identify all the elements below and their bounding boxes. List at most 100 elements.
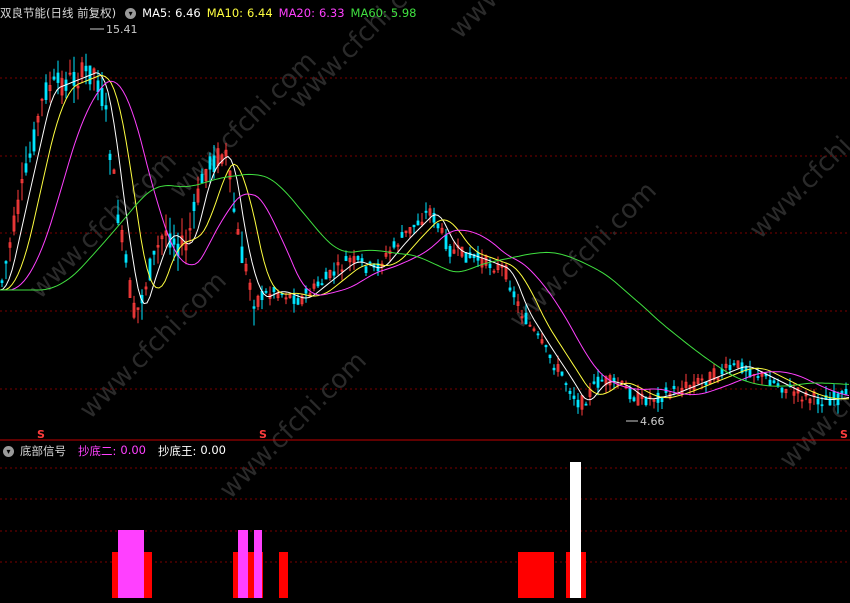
candle-body [4,261,8,264]
ma5-readout: MA5: 6.46 [142,6,201,20]
candle-body [232,208,236,212]
candle-body [596,376,600,388]
candle-body [584,403,588,406]
candle-body [568,390,572,394]
candle-body [660,397,664,403]
watermark-text: www.cfchi.com [74,266,233,425]
signal-s-marker: S [37,428,45,441]
signal-s-marker: S [259,428,267,441]
watermark-text: www.cfchi.com [214,346,373,505]
candle-body [392,241,396,248]
bottom-signal-bar [518,552,554,598]
candle-body [96,80,100,93]
watermark-text: www.cfchi.com [504,176,663,335]
settings-icon[interactable]: ▾ [3,445,14,457]
candle-body [816,398,820,405]
candle-body [296,298,300,305]
candle-body [152,250,156,255]
candle-body [756,376,760,378]
bottom-signal-bar [279,552,288,598]
candle-body [332,271,336,276]
candle-body [632,397,636,402]
candle-body [28,153,32,158]
candle-body [780,387,784,393]
candle-body [24,163,28,173]
candle-body [252,306,256,309]
candle-body [820,404,824,407]
candle-body [768,379,772,387]
candle-body [424,210,428,213]
signal-two-readout: 抄底二: 0.00 [78,443,146,458]
ma20-line [0,80,850,397]
candle-body [416,220,420,226]
candle-body [192,201,196,211]
ma20-readout: MA20: 6.33 [278,6,345,20]
candle-body [344,256,348,261]
candle-body [264,290,268,293]
candle-body [436,223,440,229]
candle-body [116,214,120,223]
candle-body [412,224,416,228]
low-price-label: 4.66 [640,415,665,428]
settings-icon[interactable]: ▾ [125,7,137,19]
candle-body [292,295,296,304]
candle-body [444,234,448,250]
candle-body [212,155,216,172]
candle-body [208,156,212,170]
candle-body [324,271,328,280]
signal-s-marker: S [840,428,848,441]
candle-body [0,280,4,283]
stock-title: 双良节能(日线 前复权) [0,6,117,20]
candle-body [728,364,732,371]
candle-body [536,333,540,336]
ma60-readout: MA60: 5.98 [350,6,417,20]
candle-body [100,87,104,107]
ma10-readout: MA10: 6.44 [206,6,273,20]
candle-body [400,232,404,238]
bottom-signal-two-bar [118,530,144,598]
watermark-text: www.cfchi.com [444,0,603,45]
candle-body [488,263,492,269]
watermark-text: www.cfchi.com [24,146,183,305]
candle-body [732,363,736,366]
candle-body [240,246,244,264]
indicator-title: 底部信号 [20,444,66,458]
candle-body [524,312,528,325]
candle-body [320,283,324,286]
candle-body [560,371,564,376]
candle-body [592,381,596,384]
candle-body [316,281,320,287]
candle-body [200,173,204,184]
candle-body [44,82,48,100]
candle-body [84,65,88,72]
candle-body [612,377,616,382]
candle-body [508,287,512,291]
bottom-signal-two-bar [238,530,248,598]
candle-body [600,379,604,382]
candle-body [576,399,580,408]
candle-body [56,72,60,83]
candle-body [104,105,108,110]
candle-body [628,388,632,400]
candle-body [108,153,112,161]
candle-body [564,383,568,385]
candle-body [844,388,848,395]
signal-king-readout: 抄底王: 0.00 [157,443,226,458]
candle-body [368,261,372,264]
candle-body [356,255,360,261]
candle-body [304,288,308,294]
candle-body [548,354,552,359]
indicator-header: ▾ 底部信号 抄底二: 0.00 抄底王: 0.00 [0,442,226,460]
candle-body [124,254,128,263]
candle-body [172,238,176,245]
candle-body [544,345,548,348]
candle-body [52,76,56,80]
bottom-king-bar [570,462,581,598]
candle-body [672,385,676,389]
candle-body [72,72,76,86]
candle-body [572,395,576,399]
candle-body [512,291,516,298]
candle-body [32,129,36,152]
chart-canvas[interactable]: www.cfchi.comwww.cfchi.comwww.cfchi.comw… [0,0,850,603]
high-price-label: 15.41 [106,23,138,36]
